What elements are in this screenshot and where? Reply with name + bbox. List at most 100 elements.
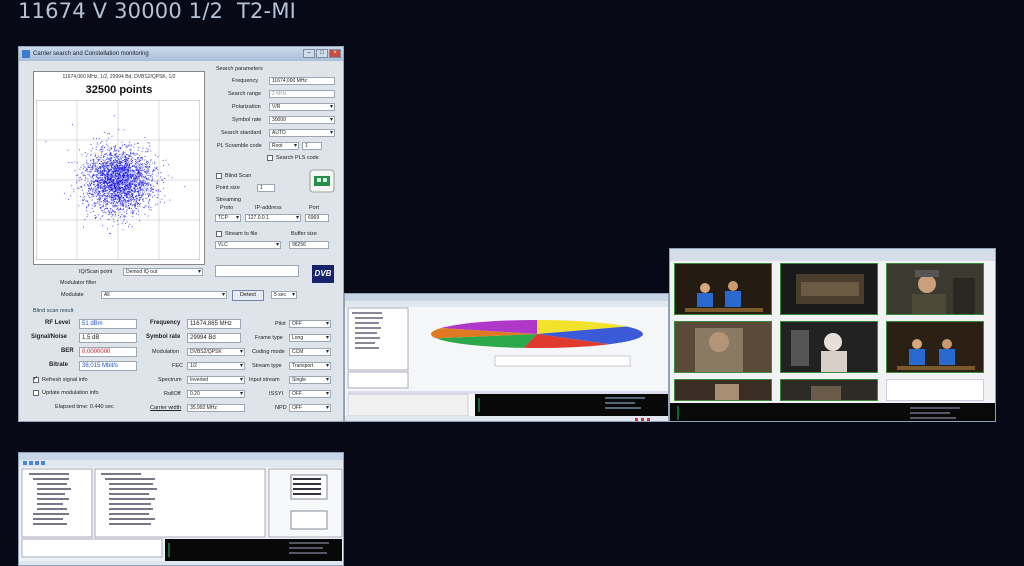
video-tile[interactable] [886, 263, 984, 315]
buffer-size-label: Buffer size [291, 231, 317, 237]
frequency-input[interactable]: 11674,000 MHz [269, 77, 335, 85]
port-input[interactable]: 6969 [305, 214, 329, 222]
search-standard-label: Search standard [221, 130, 262, 136]
update-modulation-label: Update modulation info [42, 390, 99, 396]
npd-select[interactable]: OFF [289, 404, 331, 412]
detect-button[interactable]: Detect [232, 290, 264, 301]
pl-scramble-label: PL Scramble code [217, 143, 262, 149]
progress-bar [215, 265, 299, 277]
result-frequency-label: Frequency [150, 320, 181, 326]
blind-scan-checkbox[interactable] [216, 173, 222, 179]
video-tile[interactable] [674, 263, 772, 315]
coding-mode-select[interactable]: CCM [289, 348, 331, 356]
search-standard-select[interactable]: AUTO [269, 129, 335, 137]
video-tile[interactable] [780, 263, 878, 315]
modulator-filter-label: Modulator filter [60, 280, 97, 286]
elapsed-time: Elapsed time: 0.440 sec [55, 404, 114, 410]
spectrum-select[interactable]: Inverted [187, 376, 245, 384]
carrier-width-value: 35,992 MHz [187, 404, 245, 412]
protocol-select[interactable]: TCP [215, 214, 241, 222]
npd-label: NPD [275, 405, 287, 411]
pilot-label: Pilot [275, 321, 286, 327]
video-tile[interactable] [780, 321, 878, 373]
input-stream-select[interactable]: Single [289, 376, 331, 384]
rolloff-select[interactable]: 0.20 [187, 390, 245, 398]
symbol-rate-input[interactable]: 30000 [269, 116, 335, 124]
bitrate-label: Bitrate [49, 362, 69, 368]
log-panel [670, 403, 995, 421]
page-title: 11674 V 30000 1/2 T2-MI [18, 0, 297, 23]
constellation-plot [36, 100, 200, 260]
stream-to-file-label: Stream to file [225, 231, 258, 237]
frequency-label: Frequency [232, 78, 258, 84]
signal-noise-label: Signal/Noise [31, 334, 68, 340]
analyzer-window [19, 453, 343, 565]
point-size-label: Point size [216, 185, 240, 191]
result-symbol-rate-label: Symbol rate [146, 334, 181, 340]
search-pls-checkbox[interactable] [267, 155, 273, 161]
refresh-checkbox[interactable] [33, 375, 39, 383]
constellation-points: 32500 points [85, 84, 153, 96]
iq-point-label: IQ/Scan point [79, 269, 113, 275]
blind-scan-label: Blind Scan [225, 173, 252, 179]
search-pls-label: Search PLS code [276, 155, 319, 161]
streaming-label: Streaming [216, 197, 242, 203]
app-icon [22, 50, 30, 58]
iq-point-select[interactable]: Demod IQ out [123, 268, 203, 276]
rf-level-label: RF Level [45, 320, 71, 326]
spectrum-label: Spectrum [158, 377, 182, 383]
search-range-label: Search range [228, 91, 262, 97]
stream-type-label: Stream type [252, 363, 282, 369]
ber-label: BER [61, 348, 74, 354]
issyi-select[interactable]: OFF [289, 390, 331, 398]
ip-address-select[interactable]: 127.0.0.1 [245, 214, 301, 222]
stream-type-select[interactable]: Transport [289, 362, 331, 370]
fec-label: FEC [172, 363, 183, 369]
rolloff-label: RollOff [164, 391, 181, 397]
analyzer-screenshot[interactable] [18, 452, 344, 566]
rf-level-value: 51 dBm [79, 319, 137, 329]
polarization-label: Polarization [232, 104, 261, 110]
constellation-panel: 11674,060 MHz, 1/2, 29994 Bd, DVBS2/QPSK… [33, 71, 205, 265]
buffer-size-input[interactable]: 96256 [289, 241, 329, 249]
window-titlebar[interactable]: Carrier search and Constellation monitor… [19, 47, 343, 61]
video-tile[interactable] [674, 379, 772, 401]
modulate-select[interactable]: All [101, 291, 227, 299]
close-icon[interactable]: × [329, 49, 341, 58]
pilot-select[interactable]: OFF [289, 320, 331, 328]
search-range-input[interactable]: 2 MHz [269, 90, 335, 98]
symbol-rate-label: Symbol rate [232, 117, 262, 123]
fec-select[interactable]: 1/2 [187, 362, 245, 370]
tuner-card-icon[interactable] [309, 169, 335, 193]
pie-chart-window [345, 294, 668, 421]
polarization-select[interactable]: V/R [269, 103, 335, 111]
signal-noise-value: 1,5 dB [79, 333, 137, 343]
point-size-input[interactable]: 1 [257, 184, 275, 192]
port-label: Port [309, 205, 320, 211]
coding-mode-label: Coding mode [252, 349, 285, 355]
pie-chart-screenshot[interactable] [344, 293, 669, 422]
carrier-search-window[interactable]: Carrier search and Constellation monitor… [18, 46, 344, 422]
window-title: Carrier search and Constellation monitor… [33, 51, 149, 57]
video-tile[interactable] [674, 321, 772, 373]
issyi-label: ISSYI [269, 391, 284, 397]
stream-to-file-checkbox[interactable] [216, 231, 222, 237]
modulation-label: Modulation [152, 349, 179, 355]
result-frequency-value: 11674,865 MHz [187, 319, 241, 329]
video-tile[interactable] [886, 321, 984, 373]
bitrate-value: 38,015 Mbit/s [79, 361, 137, 371]
modulation-select[interactable]: DVBS2/QPSK [187, 348, 245, 356]
pl-scramble-number[interactable]: 1 [302, 142, 322, 150]
protocol-label: Proto [220, 205, 234, 211]
pl-scramble-select[interactable]: Root [269, 142, 299, 150]
video-grid-screenshot[interactable] [669, 248, 996, 422]
minimize-icon[interactable]: – [303, 49, 315, 58]
player-select[interactable]: VLC [215, 241, 281, 249]
result-symbol-rate-value: 29994 Bd [187, 333, 241, 343]
update-modulation-checkbox[interactable] [33, 390, 39, 396]
maximize-icon[interactable]: □ [316, 49, 328, 58]
video-tile[interactable] [780, 379, 878, 401]
ber-value: 0,0000000 [79, 347, 137, 357]
frame-type-select[interactable]: Long [289, 334, 331, 342]
sec-select[interactable]: 5 sec [271, 291, 297, 299]
